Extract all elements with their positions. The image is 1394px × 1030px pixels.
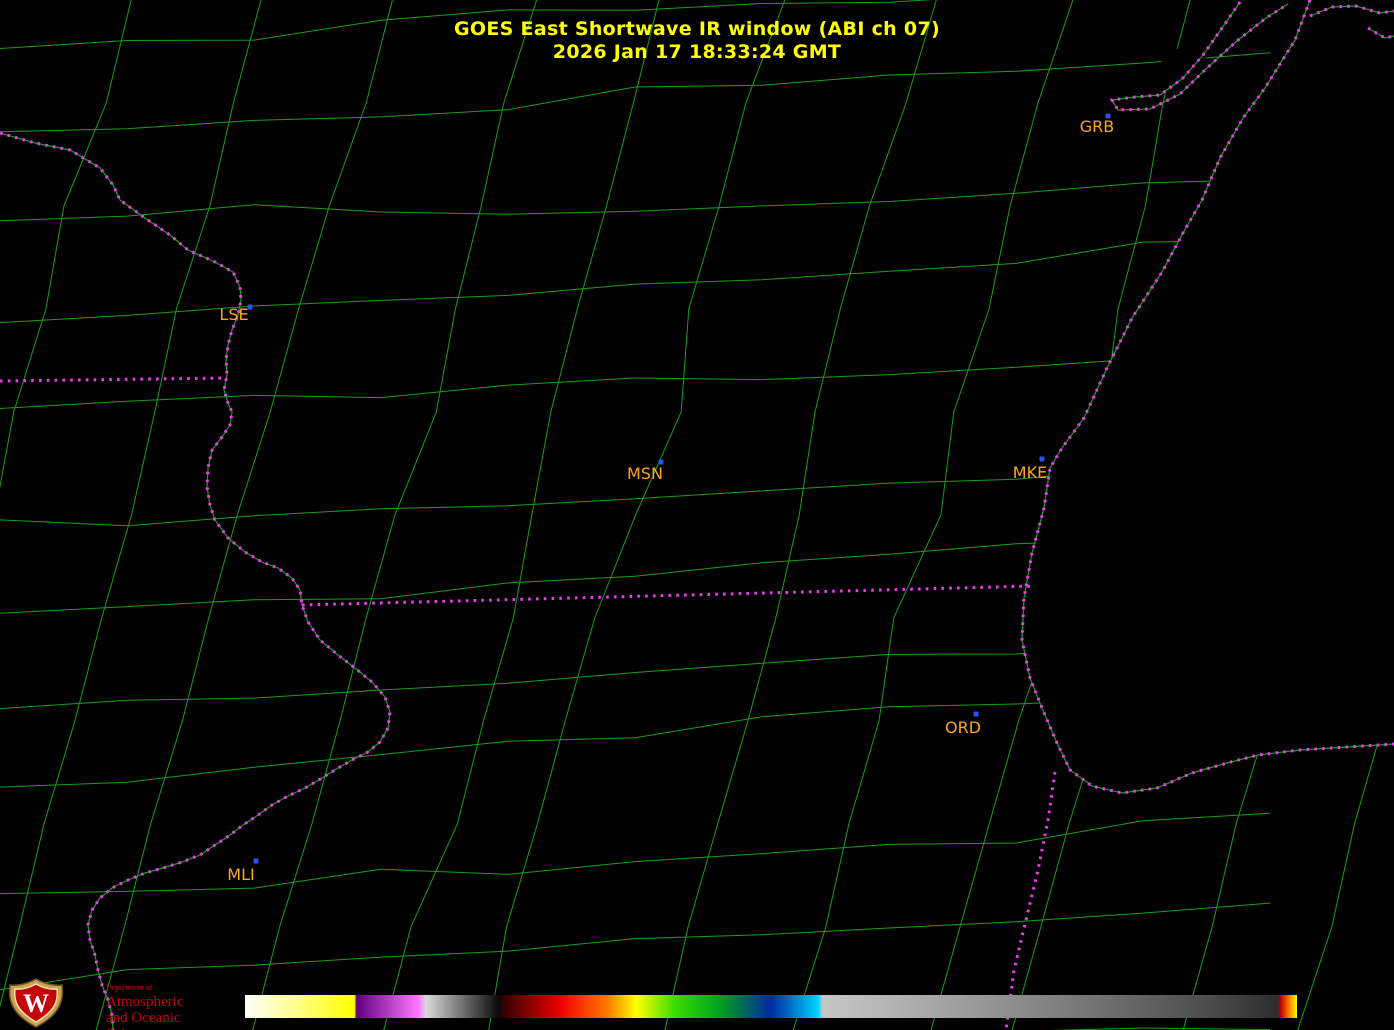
ir-color-scale-bar — [245, 995, 1297, 1018]
station-dot-MLI — [254, 859, 259, 864]
satellite-viewer-screen: GRB LSE MSN MKE ORD MLI GOES East Shortwave I… — [0, 0, 1394, 1030]
station-dot-ORD — [974, 712, 979, 717]
station-dot-MKE — [1040, 457, 1045, 462]
uw-crest-icon: W — [7, 978, 65, 1028]
station-label-ORD: ORD — [945, 718, 981, 737]
map-canvas: GRB LSE MSN MKE ORD MLI — [0, 0, 1394, 1030]
crest-w-letter: W — [23, 989, 49, 1018]
station-label-GRB: GRB — [1080, 117, 1115, 136]
logo-text: Department of Atmospheric and Oceanic Sc… — [106, 984, 236, 1030]
station-label-MLI: MLI — [227, 865, 254, 884]
station-label-MKE: MKE — [1013, 463, 1047, 482]
title-line1: GOES East Shortwave IR window (ABI ch 07… — [0, 18, 1394, 41]
aos-department-logo: W Department of Atmospheric and Oceanic … — [6, 976, 236, 1030]
station-label-LSE: LSE — [219, 305, 248, 324]
station-label-MSN: MSN — [627, 464, 663, 483]
logo-line1: Atmospheric — [106, 994, 236, 1010]
title-line2: 2026 Jan 17 18:33:24 GMT — [0, 41, 1394, 64]
logo-line2: and Oceanic Sciences — [106, 1010, 236, 1030]
image-title: GOES East Shortwave IR window (ABI ch 07… — [0, 18, 1394, 64]
logo-dept-label: Department of — [106, 984, 236, 992]
